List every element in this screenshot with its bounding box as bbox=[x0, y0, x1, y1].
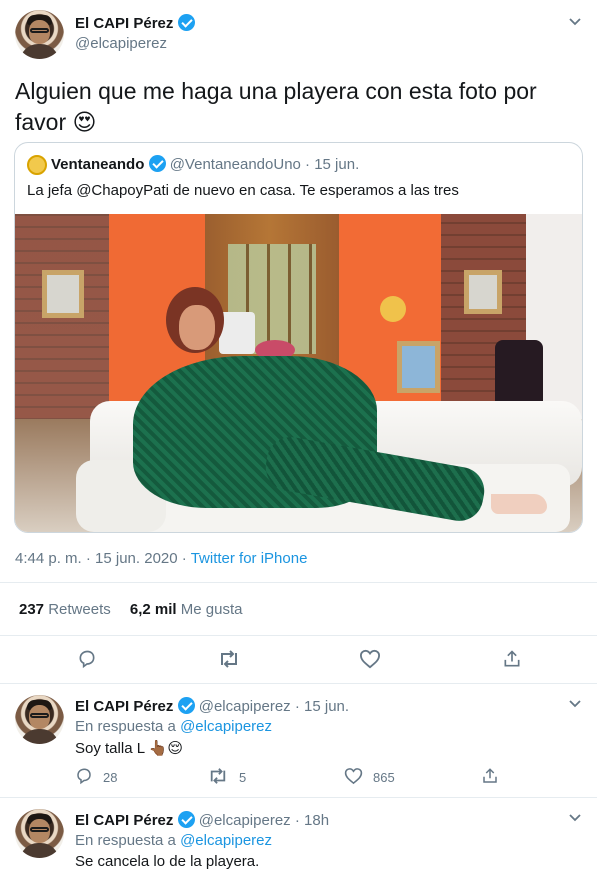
reply-2-prefix: En respuesta a bbox=[75, 832, 176, 849]
reply-1-header: El CAPI Pérez @elcapiperez · 15 jun. bbox=[75, 697, 349, 715]
retweets-count: 237 bbox=[19, 601, 45, 618]
reply-2-context: En respuesta a @elcapiperez bbox=[75, 832, 272, 849]
quoted-author-name: Ventaneando bbox=[51, 156, 145, 173]
reply-1-text: Soy talla L 👆🏾😌 bbox=[75, 739, 183, 757]
like-stats[interactable]: 6,2 mil Me gusta bbox=[130, 601, 243, 618]
reply-2-text: Se cancela lo de la playera. bbox=[75, 853, 260, 870]
reply-2-author-name[interactable]: El CAPI Pérez bbox=[75, 812, 173, 829]
retweets-label: Retweets bbox=[48, 601, 111, 618]
divider bbox=[0, 797, 597, 798]
verified-badge-icon bbox=[177, 811, 195, 828]
heart-icon[interactable] bbox=[359, 649, 381, 669]
reply-1-retweet-count: 5 bbox=[239, 770, 247, 785]
chevron-down-icon[interactable] bbox=[569, 700, 581, 708]
reply-2-author-handle[interactable]: @elcapiperez bbox=[199, 812, 291, 829]
retweet-stats[interactable]: 237 Retweets bbox=[19, 601, 115, 618]
reply-1-author-name[interactable]: El CAPI Pérez bbox=[75, 698, 173, 715]
divider bbox=[0, 635, 597, 636]
reply-1-time[interactable]: · 15 jun. bbox=[295, 698, 349, 715]
reply-1-reply-to-link[interactable]: @elcapiperez bbox=[180, 718, 272, 735]
reply-1-reply-count: 28 bbox=[103, 770, 118, 785]
main-author-name[interactable]: El CAPI Pérez bbox=[75, 15, 173, 32]
chevron-down-icon[interactable] bbox=[569, 18, 581, 26]
likes-count: 6,2 mil bbox=[129, 601, 177, 618]
likes-label: Me gusta bbox=[180, 601, 243, 618]
reply-1-context: En respuesta a @elcapiperez bbox=[75, 718, 272, 735]
quoted-tweet-date: · 15 jun. bbox=[305, 156, 360, 173]
verified-badge-icon bbox=[177, 14, 195, 31]
tweet-stats: 237 Retweets 6,2 mil Me gusta bbox=[19, 601, 242, 618]
reply-1-prefix: En respuesta a bbox=[75, 718, 176, 735]
divider bbox=[0, 683, 597, 684]
reply-1-emoji: 👆🏾😌 bbox=[148, 740, 183, 757]
main-tweet-meta: 4:44 p. m. · 15 jun. 2020 · Twitter for … bbox=[15, 550, 307, 567]
reply-1-like-count: 865 bbox=[373, 770, 395, 785]
reply-icon[interactable] bbox=[77, 649, 97, 669]
share-icon[interactable] bbox=[481, 767, 499, 785]
quoted-author-row: Ventaneando @VentaneandoUno · 15 jun. bbox=[51, 155, 359, 173]
quoted-tweet-photo[interactable] bbox=[15, 214, 582, 532]
reply-2-avatar[interactable] bbox=[15, 809, 64, 858]
verified-badge-icon bbox=[177, 697, 195, 714]
tweet-source-link[interactable]: Twitter for iPhone bbox=[191, 550, 308, 567]
quoted-author-avatar bbox=[27, 155, 47, 175]
reply-icon[interactable] bbox=[75, 767, 93, 785]
verified-badge-icon bbox=[148, 155, 166, 172]
heart-icon[interactable] bbox=[344, 767, 363, 785]
quoted-tweet-text: La jefa @ChapoyPati de nuevo en casa. Te… bbox=[27, 182, 459, 199]
reply-1-message: Soy talla L bbox=[75, 740, 145, 757]
share-icon[interactable] bbox=[502, 649, 522, 669]
reply-1-avatar[interactable] bbox=[15, 695, 64, 744]
main-author-avatar[interactable] bbox=[15, 10, 64, 59]
quoted-tweet-card[interactable]: Ventaneando @VentaneandoUno · 15 jun. La… bbox=[14, 142, 583, 533]
chevron-down-icon[interactable] bbox=[569, 814, 581, 822]
divider bbox=[0, 582, 597, 583]
reply-2-time[interactable]: · 18h bbox=[295, 812, 329, 829]
retweet-icon[interactable] bbox=[217, 649, 241, 669]
reply-1-author-handle[interactable]: @elcapiperez bbox=[199, 698, 291, 715]
main-author-name-row[interactable]: El CAPI Pérez bbox=[75, 14, 195, 33]
tweet-time-date[interactable]: 4:44 p. m. · 15 jun. 2020 · bbox=[15, 550, 187, 567]
reply-2-reply-to-link[interactable]: @elcapiperez bbox=[180, 832, 272, 849]
main-author-handle[interactable]: @elcapiperez bbox=[75, 35, 167, 52]
main-tweet-text: Alguien que me haga una playera con esta… bbox=[15, 78, 537, 135]
retweet-icon[interactable] bbox=[207, 767, 229, 785]
quoted-author-handle: @VentaneandoUno bbox=[169, 156, 301, 173]
reply-2-header: El CAPI Pérez @elcapiperez · 18h bbox=[75, 811, 329, 829]
